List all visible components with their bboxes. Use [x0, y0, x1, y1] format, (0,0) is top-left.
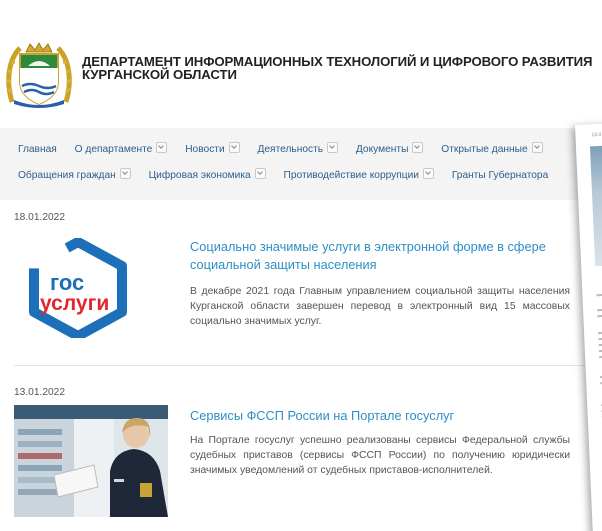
chevron-down-icon[interactable]: [254, 168, 266, 179]
nav-item-label: О департаменте: [74, 144, 153, 155]
nav-item-label: Деятельность: [257, 144, 324, 155]
nav-item-label: Гранты Губернатора: [451, 170, 549, 181]
news-summary: В декабре 2021 года Главным управлением …: [190, 286, 570, 327]
organization-title-line2: КУРГАНСКОЙ ОБЛАСТИ: [82, 67, 237, 82]
overlay-date: 13.0: [591, 131, 602, 139]
nav-item-news[interactable]: Новости: [185, 142, 240, 155]
chevron-down-icon[interactable]: [422, 168, 434, 179]
nav-item-label: Документы: [355, 144, 409, 155]
region-coat-of-arms-logo[interactable]: [6, 42, 72, 108]
news-list: 18.01.2022 гос услуги Социально значимые…: [0, 200, 602, 531]
organization-title[interactable]: ДЕПАРТАМЕНТ ИНФОРМАЦИОННЫХ ТЕХНОЛОГИЙ И …: [82, 55, 602, 81]
overlay-image: [589, 145, 602, 267]
main-navigation: Главная О департаменте Новости Деятельно…: [0, 128, 602, 201]
nav-item-appeals[interactable]: Обращения граждан: [18, 168, 131, 181]
news-title-link[interactable]: Сервисы ФССП России на Портале госуслуг: [190, 407, 590, 425]
nav-item-anti-corruption[interactable]: Противодействие коррупции: [284, 168, 434, 181]
nav-item-documents[interactable]: Документы: [356, 142, 424, 155]
gosuslugi-logo[interactable]: гос услуги: [18, 238, 138, 338]
news-title-link[interactable]: Социально значимые услуги в электронной …: [190, 238, 590, 274]
gosuslugi-logo-word-uslugi: услуги: [40, 292, 109, 315]
chevron-down-icon[interactable]: [531, 142, 543, 153]
nav-item-label: Обращения граждан: [18, 170, 116, 181]
nav-item-label: Цифровая экономика: [148, 170, 251, 181]
news-photo-bailiff[interactable]: [14, 405, 168, 517]
news-date: 18.01.2022: [14, 212, 65, 223]
nav-item-label: Главная: [18, 144, 57, 155]
overlay-text-line: [598, 343, 602, 347]
nav-row-1: Главная О департаменте Новости Деятельно…: [18, 142, 558, 166]
nav-item-home[interactable]: Главная: [18, 144, 57, 155]
chevron-down-icon[interactable]: [119, 168, 131, 179]
overlay-text-line: [597, 308, 602, 312]
nav-row-2: Обращения граждан Цифровая экономика Про…: [18, 168, 563, 192]
page: ДЕПАРТАМЕНТ ИНФОРМАЦИОННЫХ ТЕХНОЛОГИЙ И …: [0, 0, 602, 531]
chevron-down-icon[interactable]: [228, 142, 240, 153]
nav-item-governor-grants[interactable]: Гранты Губернатора: [452, 170, 548, 181]
overlay-text-line: [598, 331, 602, 335]
nav-item-label: Противодействие коррупции: [283, 170, 419, 181]
nav-item-open-data[interactable]: Открытые данные: [441, 142, 543, 155]
overlay-text-line: [597, 314, 602, 318]
news-summary: На Портале госуслуг успешно реализованы …: [190, 435, 570, 476]
chevron-down-icon[interactable]: [327, 142, 339, 153]
nav-item-about[interactable]: О департаменте: [75, 142, 168, 155]
chevron-down-icon[interactable]: [412, 142, 424, 153]
overlay-text-line: [598, 337, 602, 341]
news-item: 18.01.2022 гос услуги Социально значимые…: [0, 200, 602, 365]
nav-item-label: Открытые данные: [441, 144, 528, 155]
site-header: ДЕПАРТАМЕНТ ИНФОРМАЦИОННЫХ ТЕХНОЛОГИЙ И …: [0, 0, 602, 128]
chevron-down-icon[interactable]: [156, 142, 168, 153]
news-date: 13.01.2022: [14, 387, 65, 398]
nav-item-activity[interactable]: Деятельность: [257, 142, 339, 155]
overlay-text-line: [596, 293, 602, 297]
nav-item-label: Новости: [185, 144, 225, 155]
nav-item-digital-economy[interactable]: Цифровая экономика: [149, 168, 266, 181]
